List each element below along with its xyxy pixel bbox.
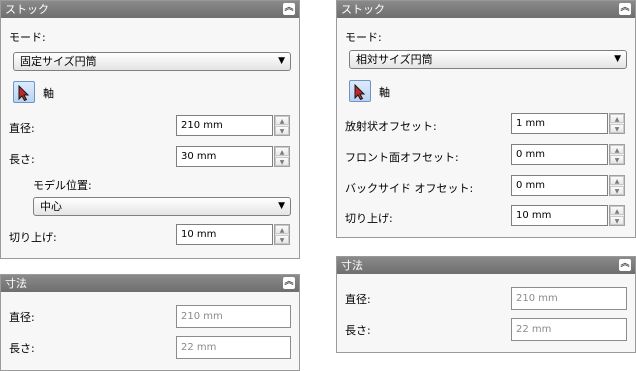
mode-dropdown[interactable]: 相対サイズ円筒 ▼ — [349, 50, 627, 69]
triangle-up-icon[interactable]: ▲ — [275, 225, 289, 234]
radial-offset-spinner[interactable]: ▲ ▼ — [609, 113, 625, 134]
triangle-down-icon[interactable]: ▼ — [275, 157, 289, 166]
axis-label: 軸 — [43, 87, 54, 100]
roundup-spinner[interactable]: ▲ ▼ — [274, 224, 290, 245]
stock-panel-header[interactable]: ストック ︽ — [337, 1, 635, 18]
dimensions-panel-title: 寸法 — [341, 259, 363, 272]
triangle-up-icon[interactable]: ▲ — [610, 206, 624, 215]
model-position-label: モデル位置: — [33, 179, 92, 192]
diameter-label: 直径: — [9, 122, 35, 135]
front-offset-spinner[interactable]: ▲ ▼ — [609, 144, 625, 165]
dimensions-panel-header[interactable]: 寸法 ︽ — [1, 275, 299, 292]
dim-diameter-value: 210 mm — [176, 305, 291, 328]
model-position-dropdown[interactable]: 中心 ▼ — [33, 197, 291, 216]
triangle-down-icon: ▼ — [278, 201, 285, 211]
double-chevron-up-icon[interactable]: ︽ — [283, 277, 295, 289]
back-offset-label: バックサイド オフセット: — [345, 182, 474, 195]
front-offset-input[interactable]: 0 mm — [511, 144, 608, 165]
dimensions-panel-left: 寸法 ︽ 直径: 210 mm 長さ: 22 mm — [0, 274, 300, 371]
length-label: 長さ: — [9, 153, 35, 166]
double-chevron-up-icon[interactable]: ︽ — [619, 3, 631, 15]
triangle-down-icon: ▼ — [278, 56, 285, 66]
dim-diameter-value: 210 mm — [511, 287, 627, 310]
dim-length-value: 22 mm — [511, 318, 627, 341]
dim-diameter-label: 直径: — [9, 311, 35, 324]
triangle-down-icon[interactable]: ▼ — [610, 124, 624, 133]
triangle-down-icon: ▼ — [614, 54, 621, 64]
triangle-down-icon[interactable]: ▼ — [610, 155, 624, 164]
stock-panel-header[interactable]: ストック ︽ — [1, 1, 299, 18]
dimensions-panel-header[interactable]: 寸法 ︽ — [337, 257, 635, 274]
model-position-dropdown-value: 中心 — [40, 200, 62, 213]
triangle-up-icon[interactable]: ▲ — [610, 114, 624, 123]
axis-tool-button[interactable] — [13, 81, 35, 103]
diameter-spinner[interactable]: ▲ ▼ — [274, 115, 290, 136]
axis-tool-button[interactable] — [349, 80, 371, 102]
radial-offset-label: 放射状オフセット: — [345, 120, 437, 133]
triangle-down-icon[interactable]: ▼ — [610, 186, 624, 195]
radial-offset-input[interactable]: 1 mm — [511, 113, 608, 134]
mode-dropdown-value: 固定サイズ円筒 — [20, 55, 97, 68]
triangle-up-icon[interactable]: ▲ — [275, 116, 289, 125]
dimensions-panel-right: 寸法 ︽ 直径: 210 mm 長さ: 22 mm — [336, 256, 636, 353]
length-input[interactable]: 30 mm — [176, 146, 273, 167]
roundup-input[interactable]: 10 mm — [176, 224, 273, 245]
roundup-input[interactable]: 10 mm — [511, 205, 608, 226]
triangle-down-icon[interactable]: ▼ — [610, 216, 624, 225]
double-chevron-up-icon[interactable]: ︽ — [619, 259, 631, 271]
back-offset-spinner[interactable]: ▲ ▼ — [609, 175, 625, 196]
back-offset-input[interactable]: 0 mm — [511, 175, 608, 196]
stock-panel-title: ストック — [341, 3, 385, 16]
cursor-arrow-icon — [354, 84, 366, 100]
triangle-up-icon[interactable]: ▲ — [610, 145, 624, 154]
triangle-down-icon[interactable]: ▼ — [275, 235, 289, 244]
mode-dropdown[interactable]: 固定サイズ円筒 ▼ — [13, 52, 291, 71]
double-chevron-up-icon[interactable]: ︽ — [283, 3, 295, 15]
dim-length-value: 22 mm — [176, 336, 291, 359]
dim-length-label: 長さ: — [345, 324, 371, 337]
triangle-up-icon[interactable]: ▲ — [610, 176, 624, 185]
axis-label: 軸 — [379, 86, 390, 99]
mode-dropdown-value: 相対サイズ円筒 — [356, 53, 433, 66]
stock-panel-title: ストック — [5, 3, 49, 16]
dimensions-panel-title: 寸法 — [5, 277, 27, 290]
diameter-input[interactable]: 210 mm — [176, 115, 273, 136]
roundup-label: 切り上げ: — [345, 212, 393, 225]
cursor-arrow-icon — [18, 85, 30, 101]
mode-label: モード: — [345, 31, 382, 44]
length-spinner[interactable]: ▲ ▼ — [274, 146, 290, 167]
stock-panel-left: ストック ︽ モード: 固定サイズ円筒 ▼ 軸 直径: 210 mm ▲ ▼ 長… — [0, 0, 300, 259]
dim-length-label: 長さ: — [9, 342, 35, 355]
dim-diameter-label: 直径: — [345, 293, 371, 306]
front-offset-label: フロント面オフセット: — [345, 151, 459, 164]
mode-label: モード: — [9, 31, 46, 44]
roundup-spinner[interactable]: ▲ ▼ — [609, 205, 625, 226]
triangle-up-icon[interactable]: ▲ — [275, 147, 289, 156]
stock-panel-right: ストック ︽ モード: 相対サイズ円筒 ▼ 軸 放射状オフセット: 1 mm ▲… — [336, 0, 636, 238]
triangle-down-icon[interactable]: ▼ — [275, 126, 289, 135]
roundup-label: 切り上げ: — [9, 231, 57, 244]
